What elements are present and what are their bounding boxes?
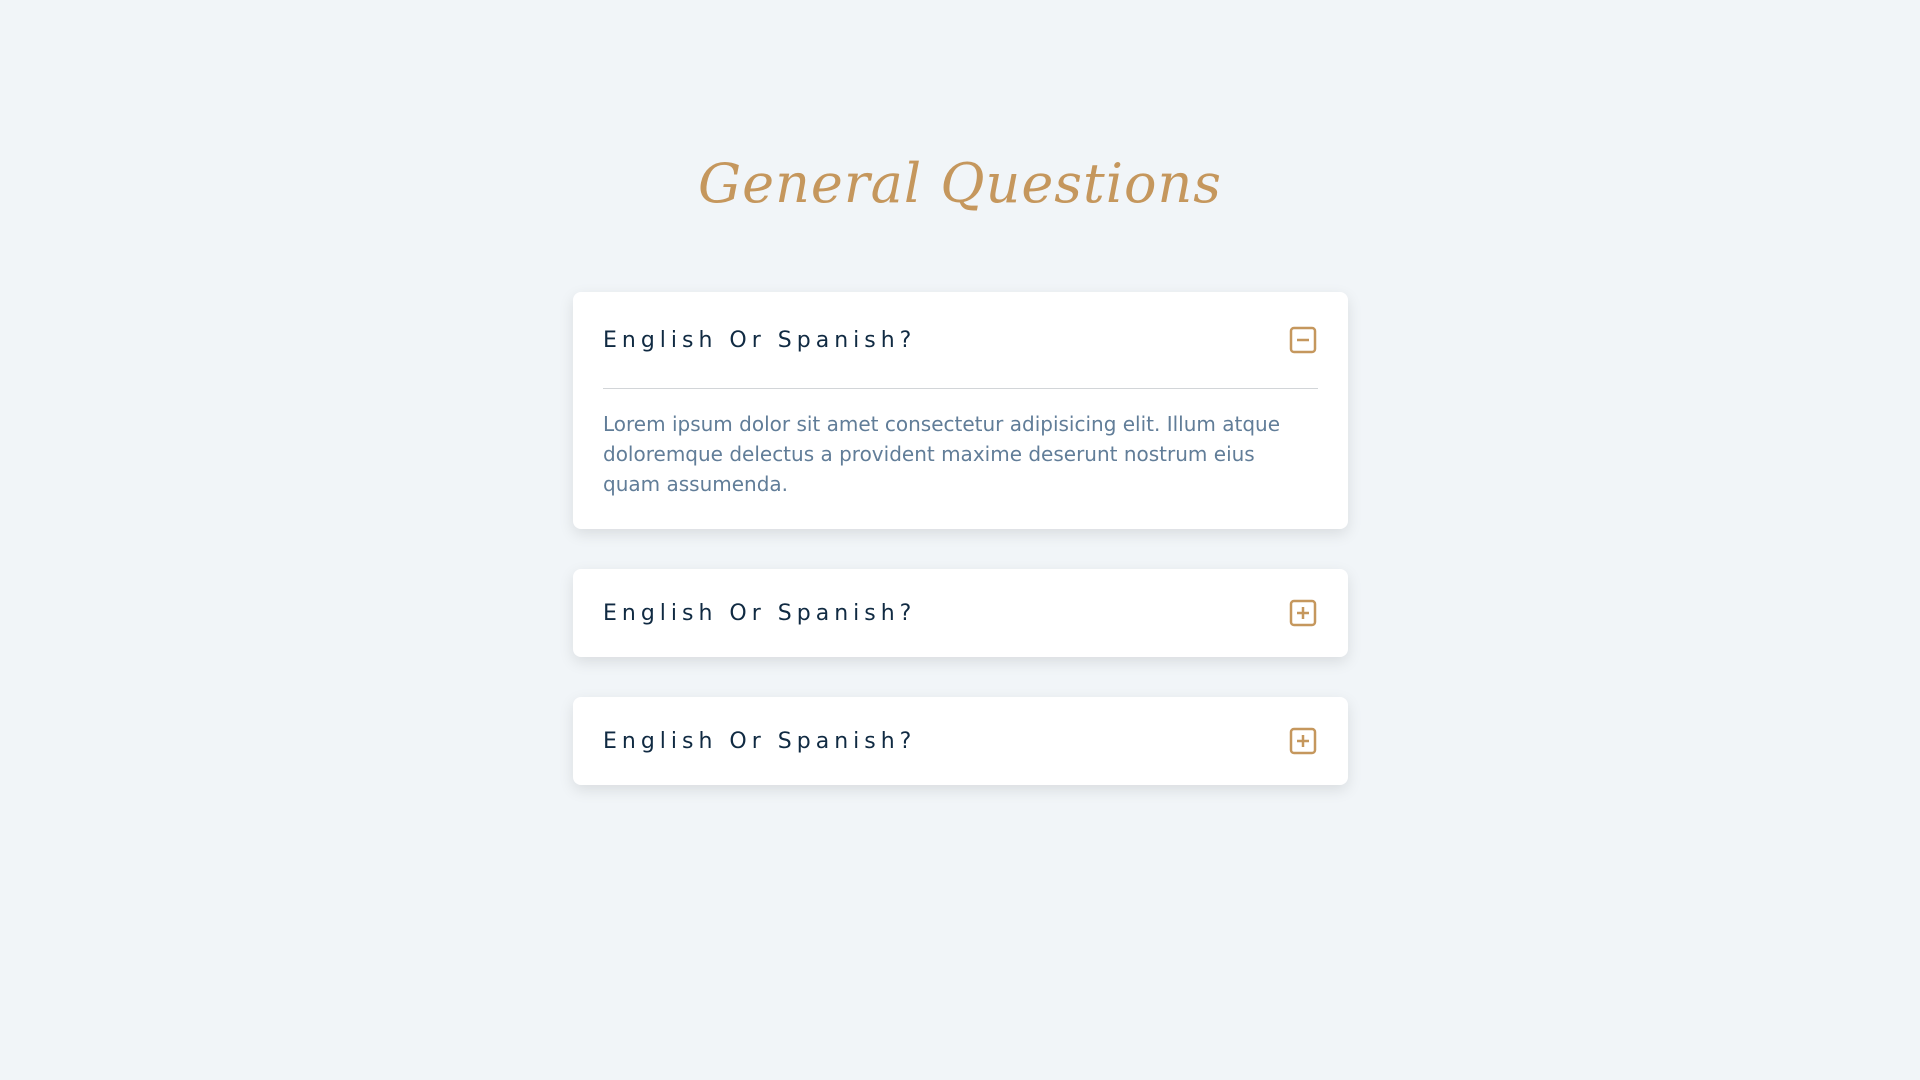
faq-item: English Or Spanish?	[573, 697, 1348, 785]
faq-question: English Or Spanish?	[603, 600, 917, 626]
faq-answer: Lorem ipsum dolor sit amet consectetur a…	[603, 412, 1281, 496]
page-title: General Questions	[698, 152, 1222, 215]
faq-item: English Or Spanish?	[573, 569, 1348, 657]
minus-square-icon	[1289, 326, 1317, 354]
faq-item-header[interactable]: English Or Spanish?	[603, 569, 1318, 657]
faq-item-header[interactable]: English Or Spanish?	[603, 697, 1318, 785]
faq-question: English Or Spanish?	[603, 327, 917, 353]
faq-question: English Or Spanish?	[603, 728, 917, 754]
expand-button[interactable]	[1288, 598, 1318, 628]
plus-square-icon	[1289, 599, 1317, 627]
plus-square-icon	[1289, 727, 1317, 755]
faq-item: English Or Spanish? Lorem ipsum dolor si…	[573, 292, 1348, 529]
faq-item-header[interactable]: English Or Spanish?	[603, 292, 1318, 388]
collapse-button[interactable]	[1288, 325, 1318, 355]
expand-button[interactable]	[1288, 726, 1318, 756]
faq-list: English Or Spanish? Lorem ipsum dolor si…	[573, 292, 1348, 825]
